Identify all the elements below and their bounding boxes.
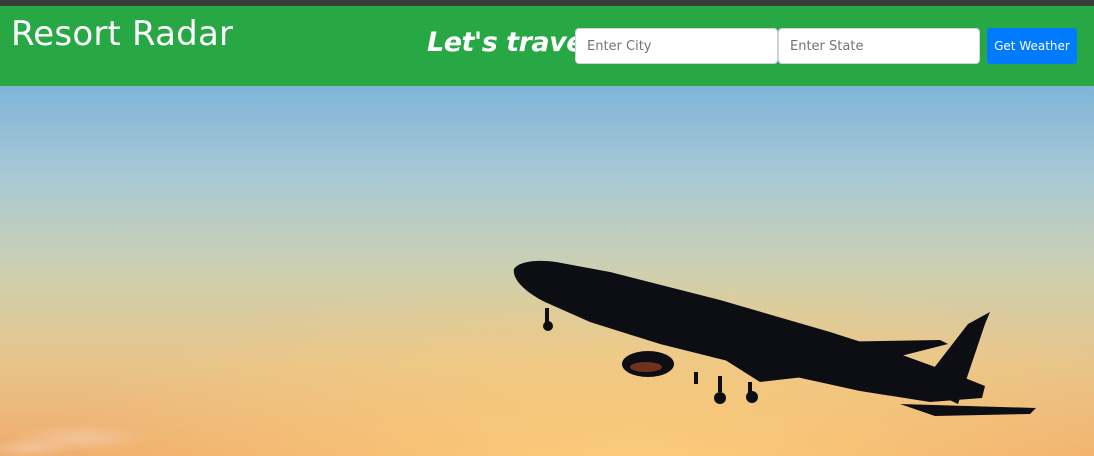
site-brand[interactable]: Resort Radar: [11, 14, 233, 54]
hero-banner: [0, 86, 1094, 456]
city-input[interactable]: [575, 28, 778, 64]
navbar: Resort Radar Let's travel! Get Weather: [0, 6, 1094, 86]
state-input[interactable]: [778, 28, 980, 64]
hero-image: [0, 86, 1094, 456]
get-weather-button[interactable]: Get Weather: [987, 28, 1077, 64]
